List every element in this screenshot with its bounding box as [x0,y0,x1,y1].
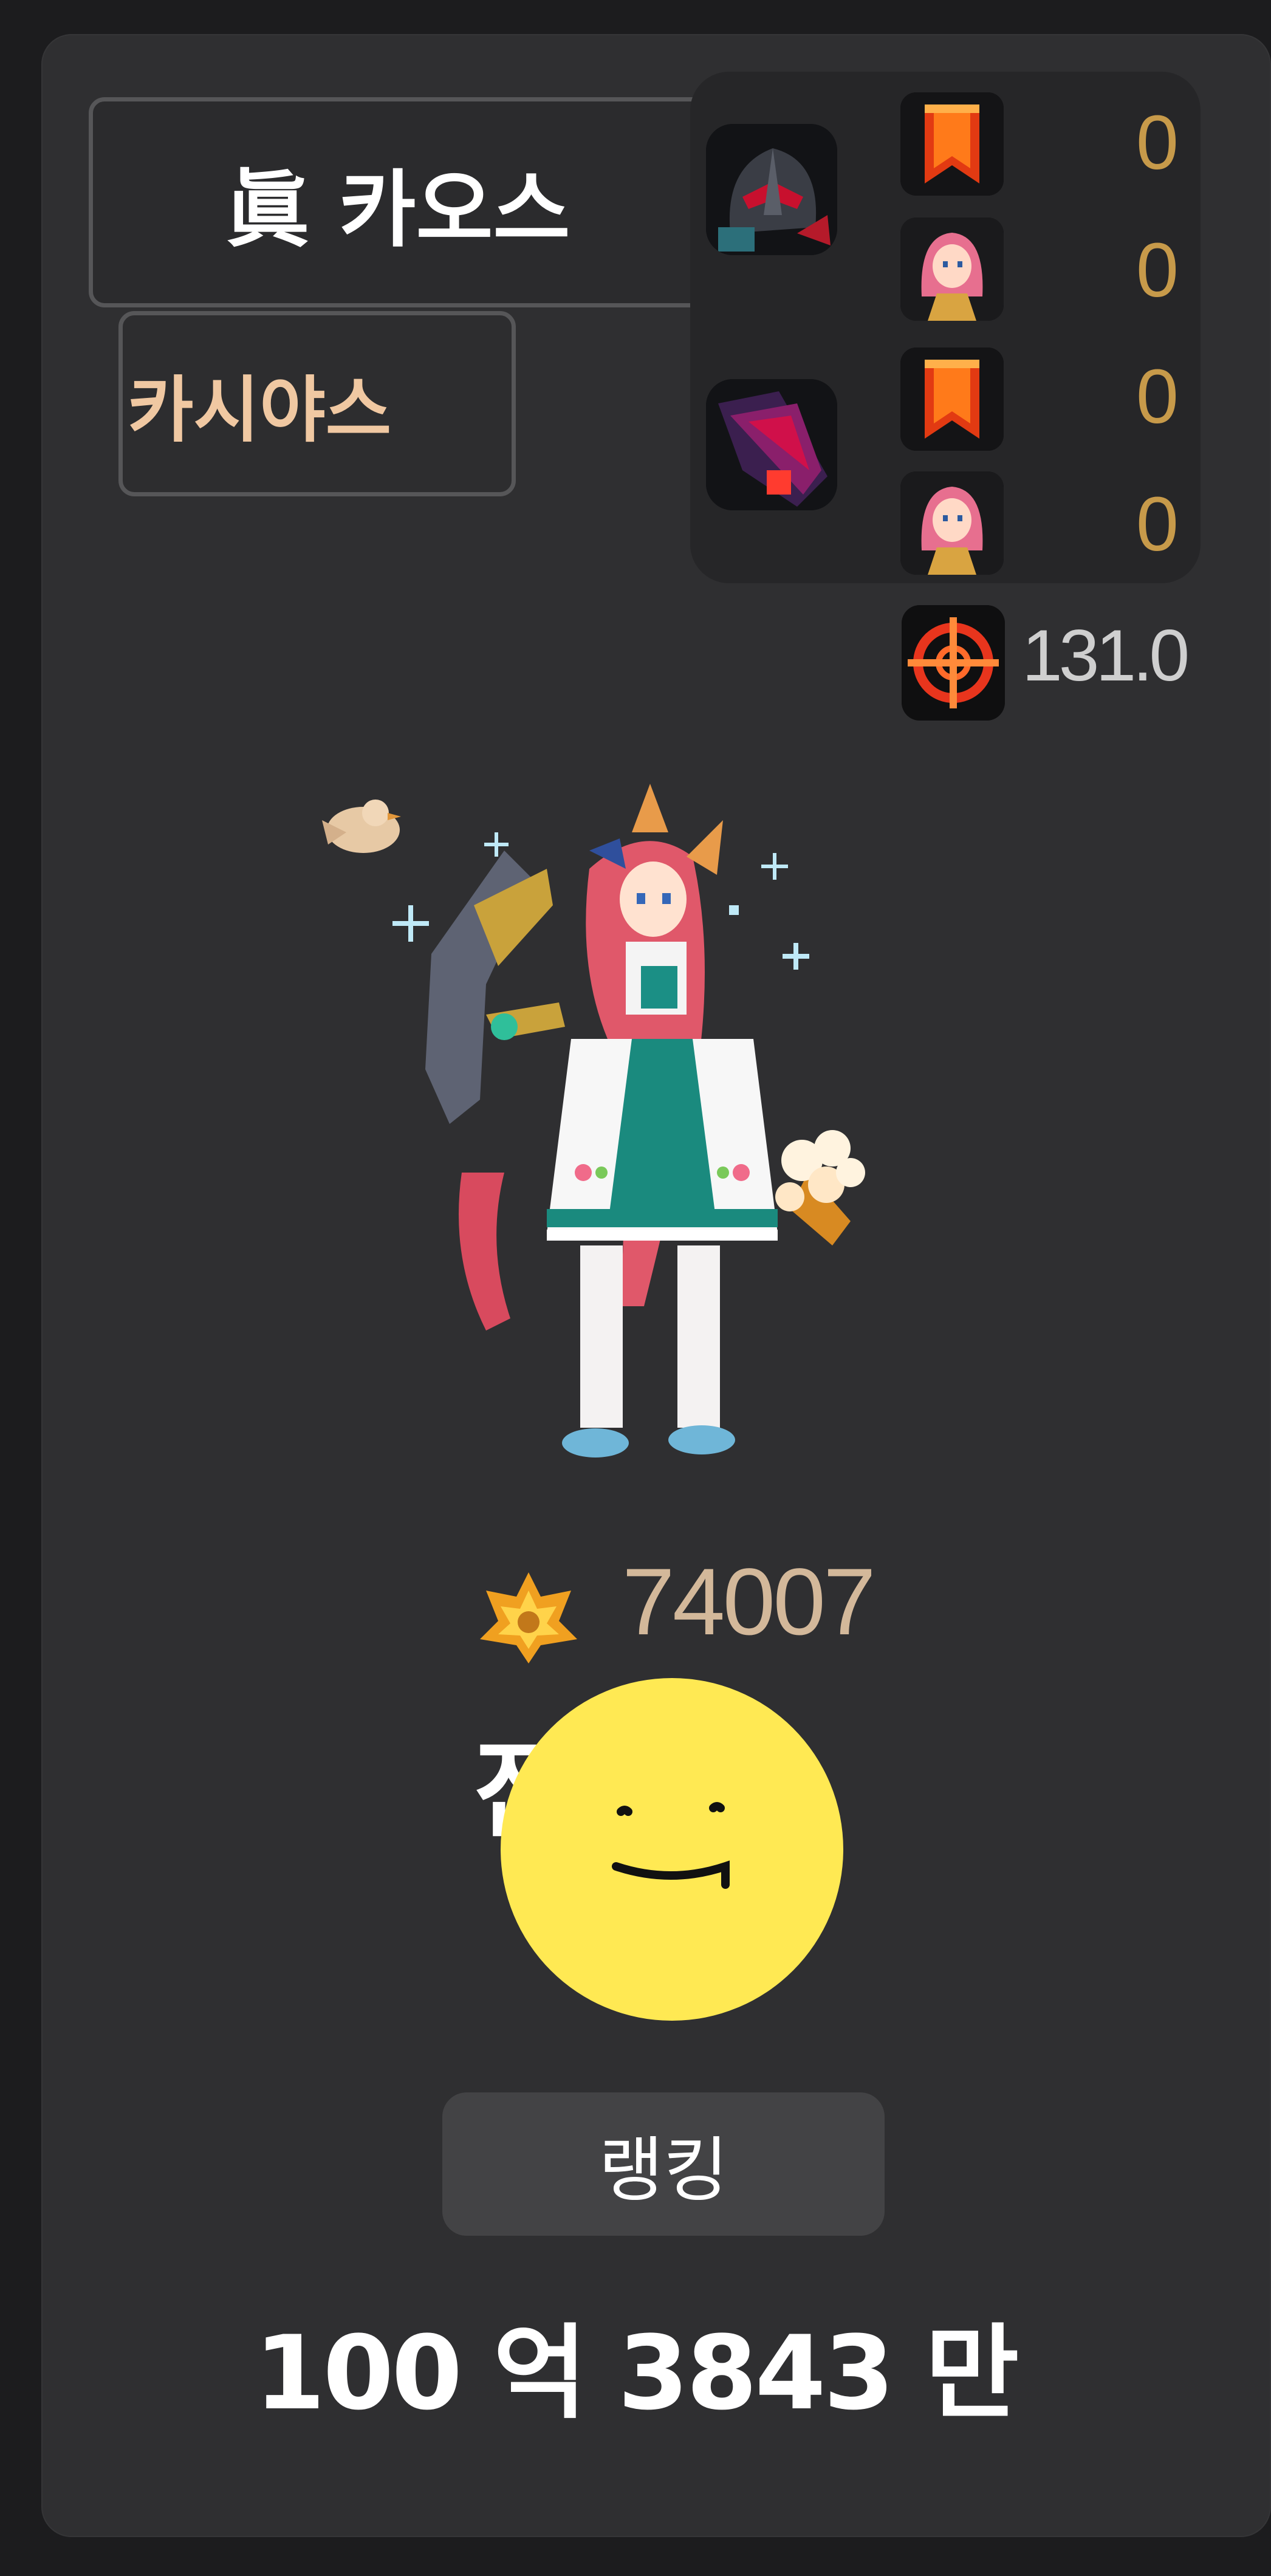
purple-weapon-portrait-icon [706,379,837,510]
stat-value-2: 0 [1136,227,1179,313]
red-ribbon-icon [900,92,1004,196]
ranking-button-label: 랭킹 [598,2129,728,2211]
job-title: 眞 카오스 [225,161,570,259]
character-name: 카시야스 [128,368,392,452]
bouquet-icon [775,1130,865,1245]
character-sprite [322,784,865,1458]
fame-emblem-icon [480,1572,577,1663]
crosshair-icon [902,605,1005,721]
red-ribbon-icon [900,348,1004,451]
job-title-box: 眞 카오스 [89,97,707,307]
total-value: 100 억 3843 만 [254,2314,1019,2433]
pink-hair-portrait-icon [900,471,1004,575]
bird-pet-icon [322,800,401,853]
power-value: 131.0 [1022,615,1190,696]
smiley-face-icon [501,1678,843,2021]
stat-value-4: 0 [1136,481,1179,567]
ranking-button[interactable]: 랭킹 [442,2092,885,2236]
stat-value-1: 0 [1136,100,1179,185]
pink-hair-portrait-icon [900,218,1004,321]
fame-value: 74007 [622,1549,876,1655]
character-name-box: 카시야스 [118,311,516,496]
armored-helm-portrait-icon [706,124,837,255]
stat-value-3: 0 [1136,354,1179,439]
